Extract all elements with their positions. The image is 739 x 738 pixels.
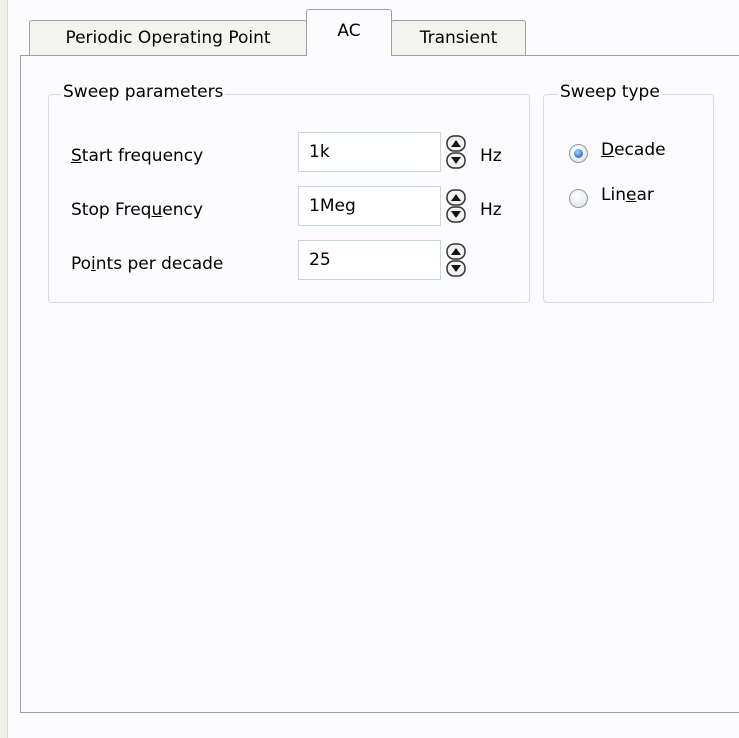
sweep-type-title: Sweep type bbox=[558, 82, 662, 102]
tab-periodic-operating-point[interactable]: Periodic Operating Point bbox=[29, 20, 307, 56]
sweep-parameters-title: Sweep parameters bbox=[61, 82, 226, 102]
decade-radio-option[interactable]: Decade bbox=[544, 140, 713, 170]
stop-frequency-input[interactable] bbox=[298, 186, 441, 226]
stop-frequency-unit: Hz bbox=[480, 200, 502, 220]
tab-label: AC bbox=[337, 21, 361, 41]
points-per-decade-input[interactable] bbox=[298, 240, 441, 280]
stop-frequency-label: Stop Frequency bbox=[71, 200, 203, 220]
start-frequency-unit: Hz bbox=[480, 146, 502, 166]
decade-label: Decade bbox=[601, 140, 666, 160]
start-frequency-label: Start frequency bbox=[71, 146, 204, 166]
linear-label: Linear bbox=[601, 185, 654, 205]
left-window-edge bbox=[0, 0, 8, 738]
start-frequency-spinner[interactable] bbox=[446, 135, 466, 169]
points-per-decade-spinner[interactable] bbox=[446, 243, 466, 277]
tab-label: Transient bbox=[419, 28, 498, 48]
sweep-type-group: Sweep type Decade Linear bbox=[543, 82, 714, 303]
points-per-decade-label: Points per decade bbox=[71, 254, 224, 274]
decade-radio-icon[interactable] bbox=[569, 144, 588, 163]
tab-transient[interactable]: Transient bbox=[391, 20, 526, 56]
tab-panel-ac: Sweep parameters Start frequency Hz Stop… bbox=[20, 55, 739, 713]
tab-ac[interactable]: AC bbox=[306, 9, 392, 56]
linear-radio-icon[interactable] bbox=[569, 189, 588, 208]
tab-label: Periodic Operating Point bbox=[65, 28, 271, 48]
stop-frequency-spinner[interactable] bbox=[446, 189, 466, 223]
sweep-parameters-group: Sweep parameters Start frequency Hz Stop… bbox=[48, 82, 530, 303]
linear-radio-option[interactable]: Linear bbox=[544, 185, 713, 215]
start-frequency-input[interactable] bbox=[298, 132, 441, 172]
